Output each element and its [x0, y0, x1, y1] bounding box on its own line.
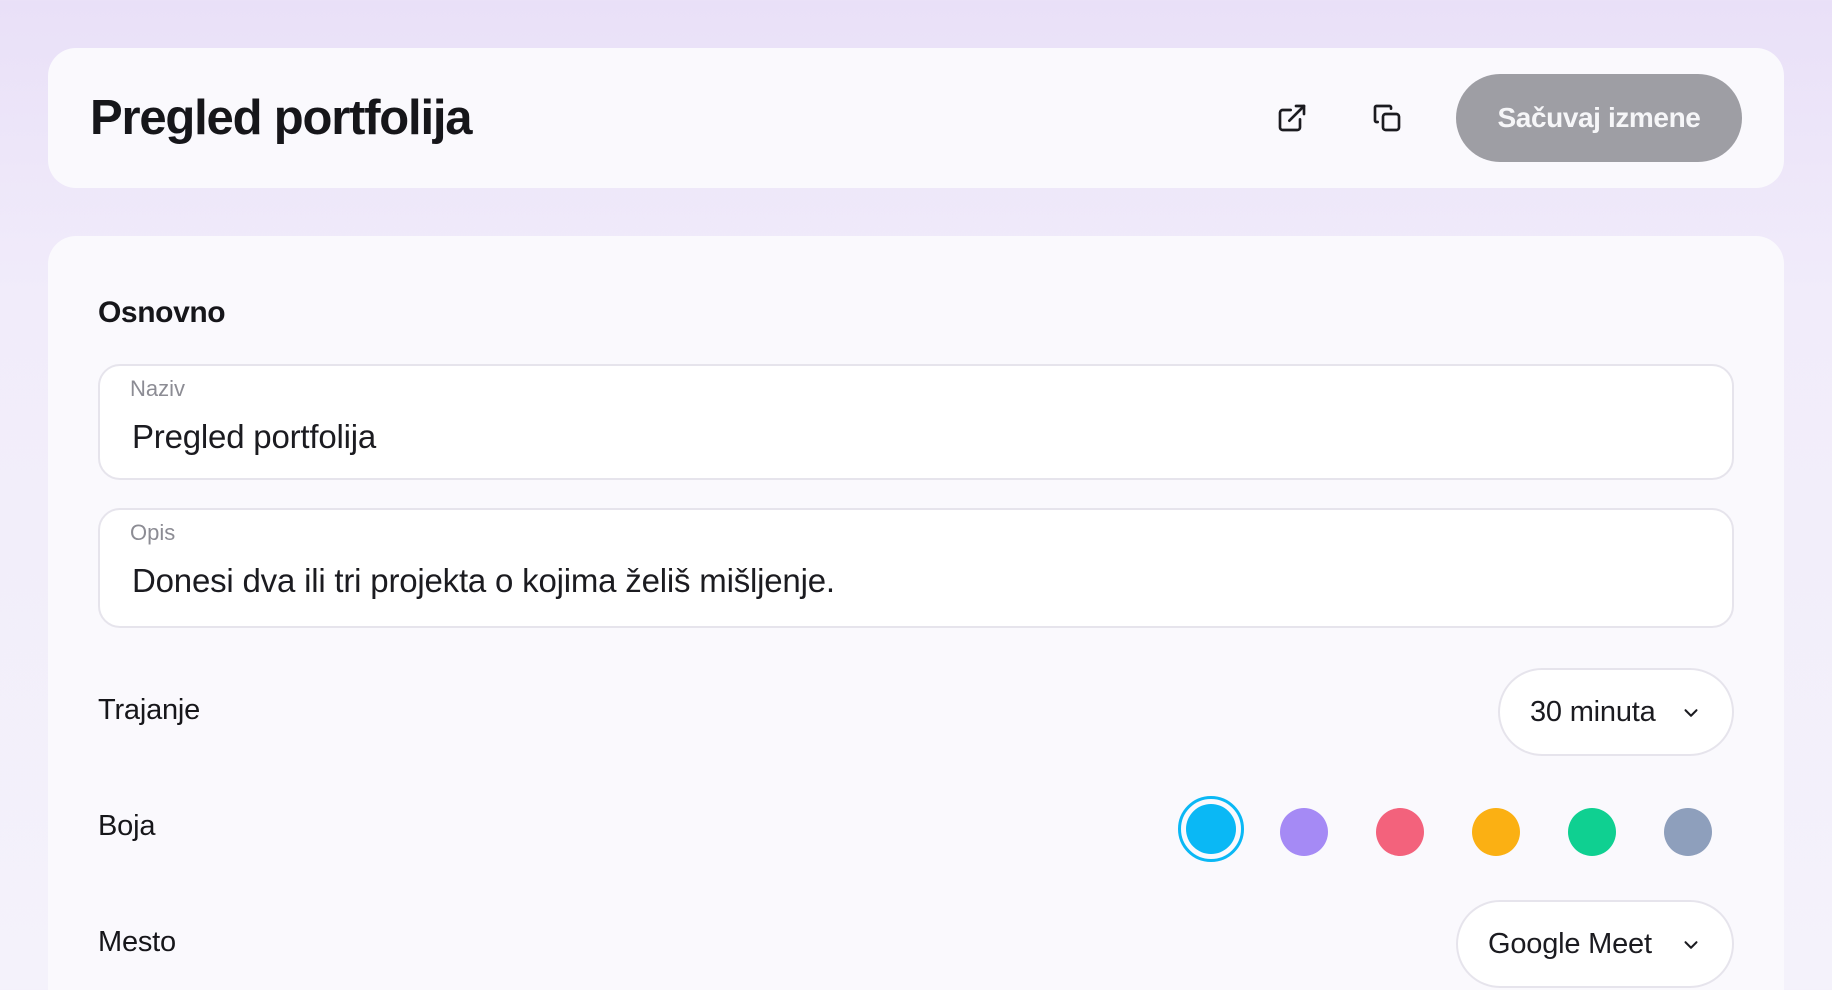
- color-swatch-purple[interactable]: [1280, 808, 1328, 856]
- color-swatch-green[interactable]: [1568, 808, 1616, 856]
- name-field[interactable]: Naziv: [98, 364, 1734, 480]
- color-swatch-yellow[interactable]: [1472, 808, 1520, 856]
- duration-value: 30 minuta: [1530, 695, 1656, 728]
- description-field[interactable]: Opis: [98, 508, 1734, 628]
- color-swatch-red[interactable]: [1376, 808, 1424, 856]
- header-card: Pregled portfolija Sačuvaj izmene: [48, 48, 1784, 188]
- location-label: Mesto: [98, 926, 176, 958]
- section-title: Osnovno: [98, 296, 226, 329]
- color-label: Boja: [98, 810, 156, 842]
- location-select[interactable]: Google Meet: [1456, 900, 1734, 988]
- save-changes-button[interactable]: Sačuvaj izmene: [1456, 74, 1742, 162]
- chevron-down-icon: [1684, 941, 1698, 949]
- duplicate-button[interactable]: [1361, 92, 1413, 144]
- duration-label: Trajanje: [98, 694, 201, 726]
- color-swatch-blue[interactable]: [1178, 796, 1244, 862]
- external-link-icon: [1278, 104, 1306, 132]
- location-value: Google Meet: [1488, 927, 1652, 960]
- description-field-label: Opis: [130, 520, 176, 545]
- color-swatch-dot: [1186, 804, 1236, 854]
- color-swatch-gray[interactable]: [1664, 808, 1712, 856]
- color-picker: [1178, 796, 1748, 868]
- settings-card: Osnovno Naziv Opis Trajanje 30 minuta Bo…: [48, 236, 1784, 990]
- open-external-button[interactable]: [1266, 92, 1318, 144]
- duration-select[interactable]: 30 minuta: [1498, 668, 1734, 756]
- description-input[interactable]: [132, 562, 1692, 600]
- name-field-label: Naziv: [130, 376, 186, 401]
- name-input[interactable]: [132, 418, 1692, 456]
- chevron-down-icon: [1684, 709, 1698, 717]
- page-title: Pregled portfolija: [90, 91, 473, 145]
- copy-icon: [1373, 104, 1401, 132]
